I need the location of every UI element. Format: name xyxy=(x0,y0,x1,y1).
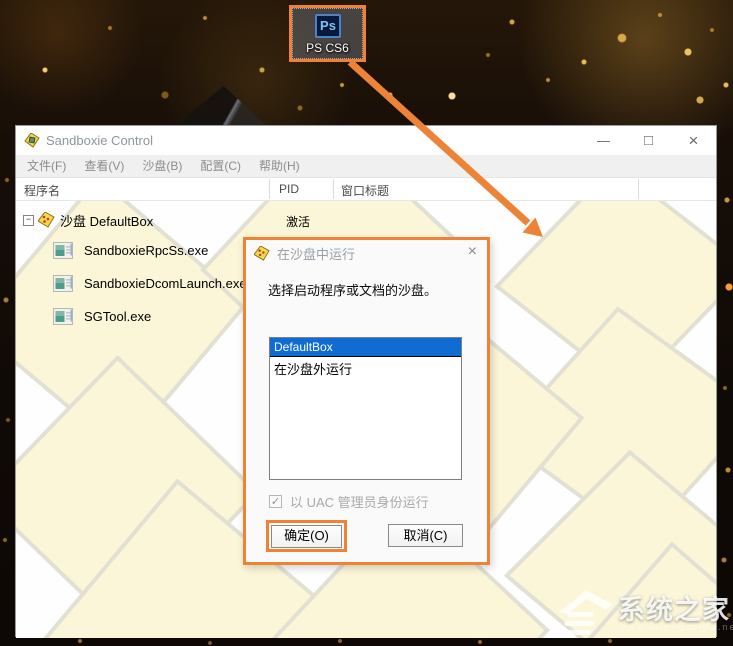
xitongzhijia-logo-icon xyxy=(560,590,612,635)
maximize-button[interactable]: □ xyxy=(626,126,671,155)
cancel-button[interactable]: 取消(C) xyxy=(388,524,463,547)
sandbox-icon xyxy=(38,212,55,228)
column-divider xyxy=(269,179,270,199)
uac-checkbox[interactable]: ✓ 以 UAC 管理员身份运行 xyxy=(269,492,429,511)
background-shape xyxy=(177,83,276,132)
photoshop-icon: Ps xyxy=(315,14,341,38)
menu-bar: 文件(F) 查看(V) 沙盘(B) 配置(C) 帮助(H) xyxy=(16,155,716,178)
sandbox-icon xyxy=(254,246,270,261)
column-window-title[interactable]: 窗口标题 xyxy=(341,182,389,199)
status-active: 激活 xyxy=(286,215,311,229)
listbox-item-defaultbox[interactable]: DefaultBox xyxy=(270,338,461,356)
tree-item-label: 沙盘 DefaultBox xyxy=(60,213,154,229)
sandbox-listbox: DefaultBox 在沙盘外运行 xyxy=(269,337,462,480)
dialog-close-button[interactable]: × xyxy=(468,243,477,261)
desktop-background: { "desktop": { "icon": { "label": "PS CS… xyxy=(0,0,733,646)
sandboxie-icon xyxy=(24,133,40,148)
site-watermark: 系统之家 www.xitongzhijia.net xyxy=(556,578,733,644)
minimize-button[interactable]: — xyxy=(581,126,626,155)
dialog-title: 在沙盘中运行 xyxy=(277,247,356,262)
ok-button[interactable]: 确定(O) xyxy=(271,524,342,548)
tree-item-label: SandboxieRpcSs.exe xyxy=(84,242,209,258)
menu-item-file[interactable]: 文件(F) xyxy=(18,155,75,177)
window-title: Sandboxie Control xyxy=(46,133,153,148)
menu-item-configure[interactable]: 配置(C) xyxy=(191,155,250,177)
checkbox-label: 以 UAC 管理员身份运行 xyxy=(290,495,429,510)
menu-item-help[interactable]: 帮助(H) xyxy=(250,155,309,177)
annotation-highlight-icon: Ps PS CS6 xyxy=(289,5,366,62)
tree-expander-icon[interactable]: − xyxy=(23,214,34,226)
menu-item-view[interactable]: 查看(V) xyxy=(75,155,133,177)
desktop-icon-ps-cs6[interactable]: Ps PS CS6 xyxy=(292,8,363,59)
application-icon xyxy=(53,308,73,325)
close-button[interactable]: × xyxy=(671,126,716,155)
dialog-titlebar: 在沙盘中运行 × xyxy=(246,240,487,267)
application-icon xyxy=(53,242,73,259)
list-header: 程序名 PID 窗口标题 xyxy=(16,178,716,201)
listbox-item-run-outside[interactable]: 在沙盘外运行 xyxy=(270,357,461,380)
window-titlebar: Sandboxie Control — □ × xyxy=(16,126,716,155)
tree-item-process[interactable]: SandboxieDcomLaunch.exe xyxy=(53,272,247,294)
column-pid[interactable]: PID xyxy=(279,182,299,196)
watermark-subtitle: www.xitongzhijia.net xyxy=(620,622,733,632)
tree-item-process[interactable]: SGTool.exe xyxy=(53,305,151,327)
dialog-message: 选择启动程序或文档的沙盘。 xyxy=(268,283,438,298)
column-divider xyxy=(638,179,639,199)
tree-item-defaultbox[interactable]: − 沙盘 DefaultBox xyxy=(23,209,153,231)
tree-item-process[interactable]: SandboxieRpcSs.exe xyxy=(53,239,208,261)
checkbox-icon[interactable]: ✓ xyxy=(269,495,282,508)
run-in-sandbox-dialog: 在沙盘中运行 × 选择启动程序或文档的沙盘。 DefaultBox 在沙盘外运行… xyxy=(243,237,490,565)
column-program-name[interactable]: 程序名 xyxy=(24,182,60,199)
application-icon xyxy=(53,275,73,292)
tree-item-label: SGTool.exe xyxy=(84,308,152,324)
desktop-icon-label: PS CS6 xyxy=(306,41,349,55)
column-divider xyxy=(333,179,334,199)
tree-item-label: SandboxieDcomLaunch.exe xyxy=(84,275,247,291)
window-controls: — □ × xyxy=(581,126,716,155)
menu-item-sandbox[interactable]: 沙盘(B) xyxy=(133,155,191,177)
annotation-highlight-ok: 确定(O) xyxy=(266,520,347,552)
